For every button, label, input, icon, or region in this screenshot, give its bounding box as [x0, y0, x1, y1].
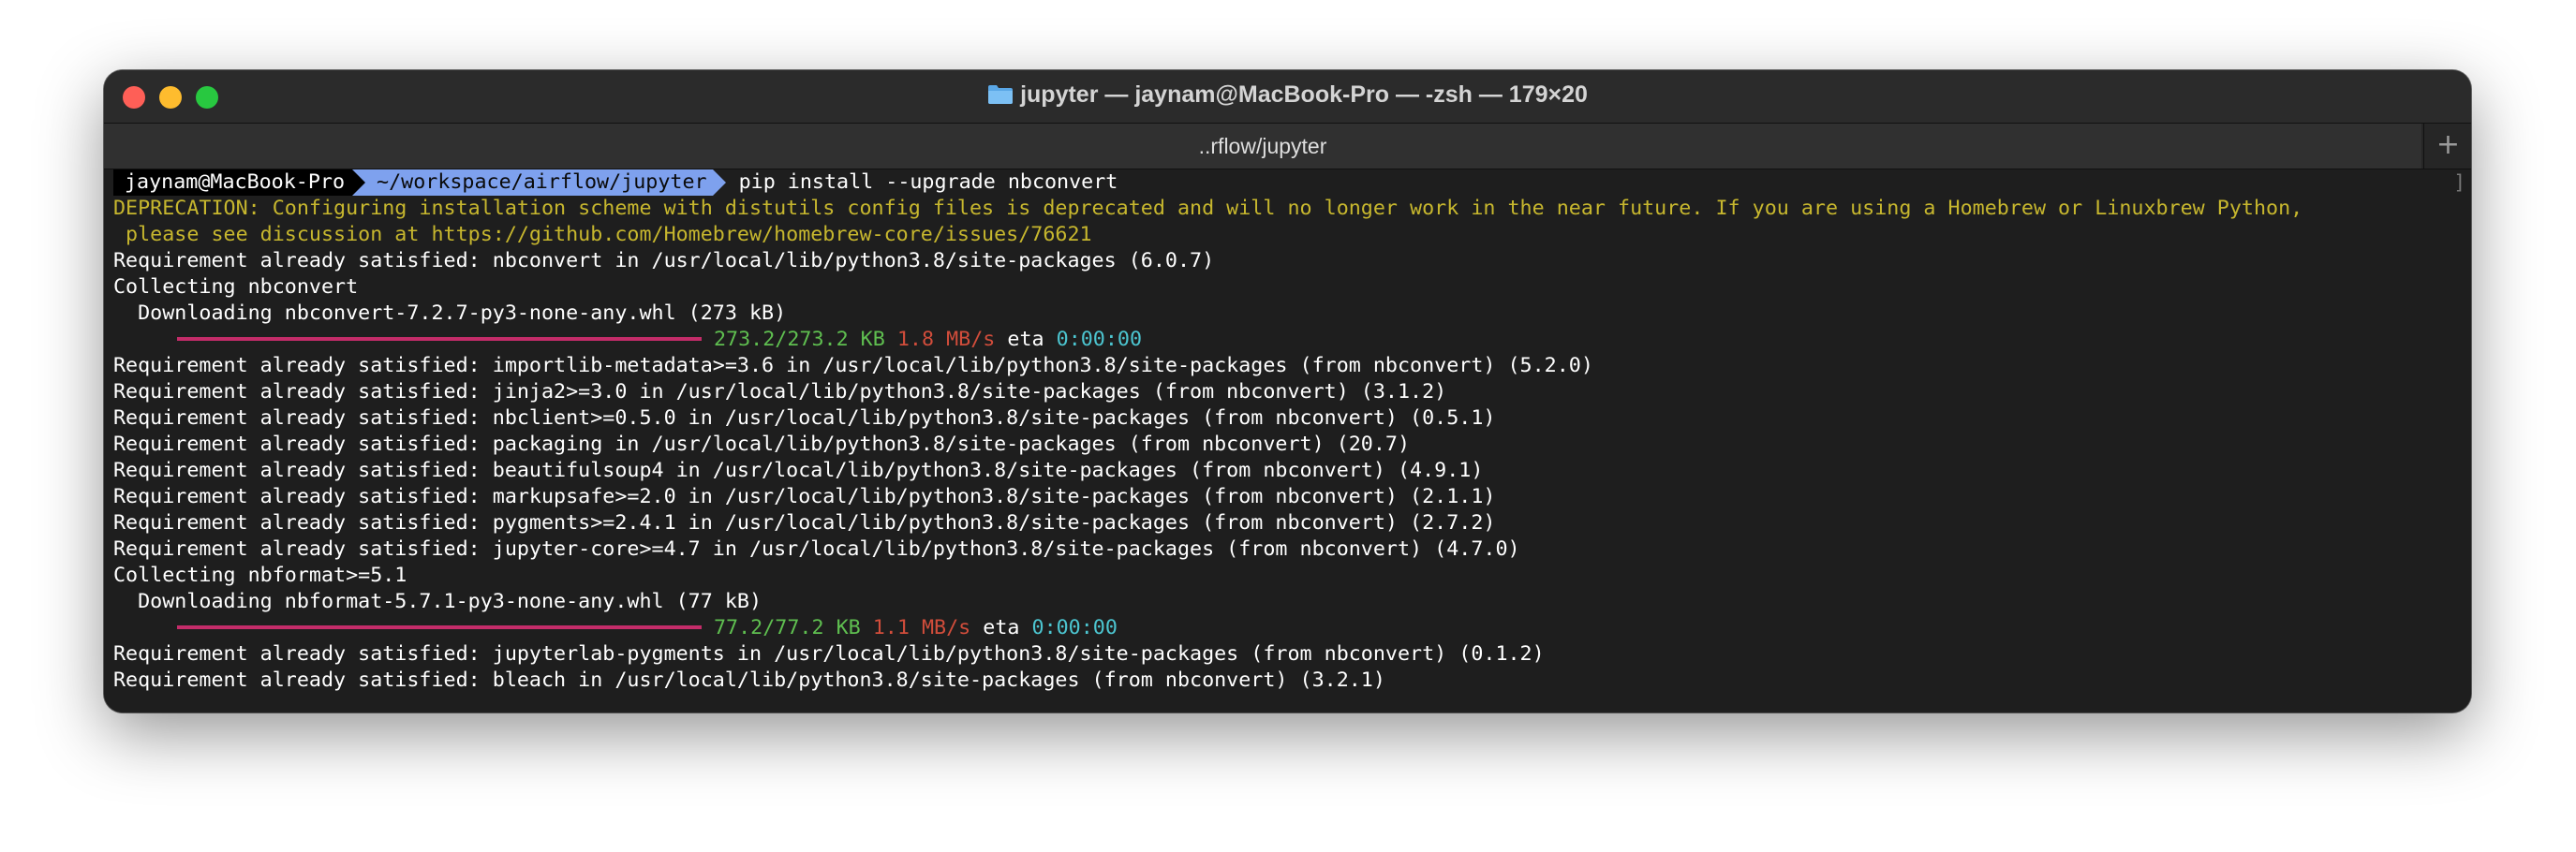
output-line: Requirement already satisfied: packaging… [113, 433, 1411, 456]
prompt-command: pip install --upgrade nbconvert [738, 170, 1118, 194]
output-line: Requirement already satisfied: beautiful… [113, 459, 1484, 482]
new-tab-button[interactable]: + [2423, 124, 2471, 169]
progress-line: 77.2/77.2 KB 1.1 MB/s eta 0:00:00 [113, 615, 1118, 641]
progress-bar [177, 336, 702, 341]
prompt-line: jaynam@MacBook-Pro ~/workspace/airflow/ju… [113, 169, 1118, 196]
progress-speed: 1.8 MB/s [896, 328, 996, 351]
output-line: Requirement already satisfied: nbconvert… [113, 249, 1215, 272]
output-line: Requirement already satisfied: importlib… [113, 354, 1593, 377]
output-line: Downloading nbformat-5.7.1-py3-none-any.… [113, 590, 762, 613]
prompt-arrow-icon [352, 169, 366, 196]
output-line: Requirement already satisfied: jupyter-c… [113, 537, 1520, 561]
output-line: Requirement already satisfied: nbclient>… [113, 406, 1496, 430]
output-line: Requirement already satisfied: markupsaf… [113, 485, 1496, 508]
progress-bar [177, 624, 702, 629]
folder-icon [987, 84, 1014, 105]
progress-size: 77.2/77.2 KB [714, 616, 861, 639]
progress-eta-label: eta [1007, 328, 1044, 351]
progress-size: 273.2/273.2 KB [714, 328, 885, 351]
deprecation-line: please see discussion at https://github.… [113, 223, 1092, 246]
output-line: Requirement already satisfied: bleach in… [113, 668, 1385, 692]
output-line: Collecting nbformat>=5.1 [113, 564, 407, 587]
prompt-user: jaynam@MacBook-Pro [113, 169, 353, 196]
progress-eta-label: eta [983, 616, 1020, 639]
terminal-content[interactable]: jaynam@MacBook-Pro ~/workspace/airflow/ju… [104, 169, 2471, 712]
tab-bar: ..rflow/jupyter + [104, 123, 2471, 169]
progress-eta: 0:00:00 [1031, 616, 1118, 639]
window-title-text: jupyter — jaynam@MacBook-Pro — -zsh — 17… [1020, 81, 1588, 108]
tab-jupyter[interactable]: ..rflow/jupyter [104, 124, 2421, 169]
output-line: Collecting nbconvert [113, 275, 359, 299]
terminal-window: jupyter — jaynam@MacBook-Pro — -zsh — 17… [104, 70, 2471, 712]
prompt-right-bracket: ] [2453, 171, 2465, 194]
output-line: Requirement already satisfied: pygments>… [113, 511, 1496, 535]
window-title: jupyter — jaynam@MacBook-Pro — -zsh — 17… [104, 81, 2471, 109]
progress-speed: 1.1 MB/s [872, 616, 971, 639]
prompt-path: ~/workspace/airflow/jupyter [365, 169, 713, 196]
output-line: Requirement already satisfied: jinja2>=3… [113, 380, 1447, 404]
prompt-arrow-icon [712, 169, 726, 196]
progress-line: 273.2/273.2 KB 1.8 MB/s eta 0:00:00 [113, 327, 1142, 353]
output-line: Downloading nbconvert-7.2.7-py3-none-any… [113, 301, 787, 325]
title-bar[interactable]: jupyter — jaynam@MacBook-Pro — -zsh — 17… [104, 70, 2471, 123]
deprecation-line: DEPRECATION: Configuring installation sc… [113, 197, 2303, 220]
progress-eta: 0:00:00 [1056, 328, 1143, 351]
tab-label: ..rflow/jupyter [1198, 134, 1327, 158]
output-line: Requirement already satisfied: jupyterla… [113, 642, 1545, 666]
